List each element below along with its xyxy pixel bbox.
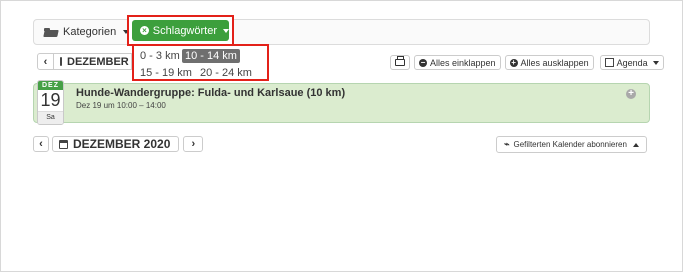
rss-icon: ⌁: [504, 139, 510, 149]
minus-circle-icon: −: [419, 57, 427, 67]
month-label-bottom: DEZEMBER 2020: [73, 137, 171, 151]
calendar-toolbar: − Alles einklappen + Alles ausklappen Ag…: [390, 55, 664, 70]
printer-icon: [395, 56, 405, 66]
event-month: DEZ: [38, 81, 63, 90]
chevron-down-icon: [223, 28, 229, 33]
month-nav-bottom: ‹ DEZEMBER 2020 ›: [33, 136, 204, 153]
tags-dropdown-button[interactable]: × Schlagwörter: [132, 20, 229, 41]
plus-circle-icon: +: [509, 57, 518, 67]
tag-option-10-14km[interactable]: 10 - 14 km: [182, 49, 240, 63]
event-title[interactable]: Hunde-Wandergruppe: Fulda- und Karlsaue …: [76, 87, 345, 99]
categories-dropdown-button[interactable]: Kategorien: [44, 23, 130, 41]
tags-label: Schlagwörter: [152, 24, 217, 37]
chevron-down-icon: [652, 60, 659, 65]
tag-option-0-3km[interactable]: 0 - 3 km: [137, 49, 183, 63]
event-weekday: Sa: [38, 111, 63, 124]
expand-event-icon[interactable]: +: [626, 89, 636, 99]
event-day: 19: [40, 90, 61, 110]
next-month-button-bottom[interactable]: ›: [183, 136, 204, 152]
month-picker-button[interactable]: DEZEMBER: [54, 53, 132, 70]
categories-label: Kategorien: [63, 26, 117, 38]
print-button[interactable]: [390, 55, 410, 70]
month-nav-top: ‹ DEZEMBER: [37, 53, 132, 70]
calendar-icon: [59, 139, 68, 149]
tag-option-15-19km[interactable]: 15 - 19 km: [137, 66, 195, 80]
tags-dropdown-menu: 0 - 3 km 10 - 14 km 15 - 19 km 20 - 24 k…: [132, 44, 269, 81]
tag-option-20-24km[interactable]: 20 - 24 km: [197, 66, 255, 80]
month-label: DEZEMBER: [67, 55, 129, 68]
calendar-icon: [60, 57, 62, 66]
tags-highlight-box: × Schlagwörter: [127, 15, 234, 46]
subscribe-filtered-calendar-button[interactable]: ⌁ Gefilterten Kalender abonnieren: [496, 136, 647, 153]
event-date-badge: DEZ 19 Sa: [37, 80, 64, 125]
agenda-icon: [604, 58, 614, 67]
folder-icon: [44, 27, 58, 37]
prev-month-button[interactable]: ‹: [37, 53, 54, 70]
chevron-up-icon: [632, 142, 639, 147]
view-select-button[interactable]: Agenda: [599, 55, 664, 70]
clear-filter-icon[interactable]: ×: [140, 26, 149, 35]
month-picker-button-bottom[interactable]: DEZEMBER 2020: [52, 136, 180, 152]
event-time: Dez 19 um 10:00 – 14:00: [76, 101, 166, 110]
prev-month-button-bottom[interactable]: ‹: [33, 136, 49, 152]
collapse-all-button[interactable]: − Alles einklappen: [414, 55, 501, 70]
expand-all-button[interactable]: + Alles ausklappen: [504, 55, 594, 70]
